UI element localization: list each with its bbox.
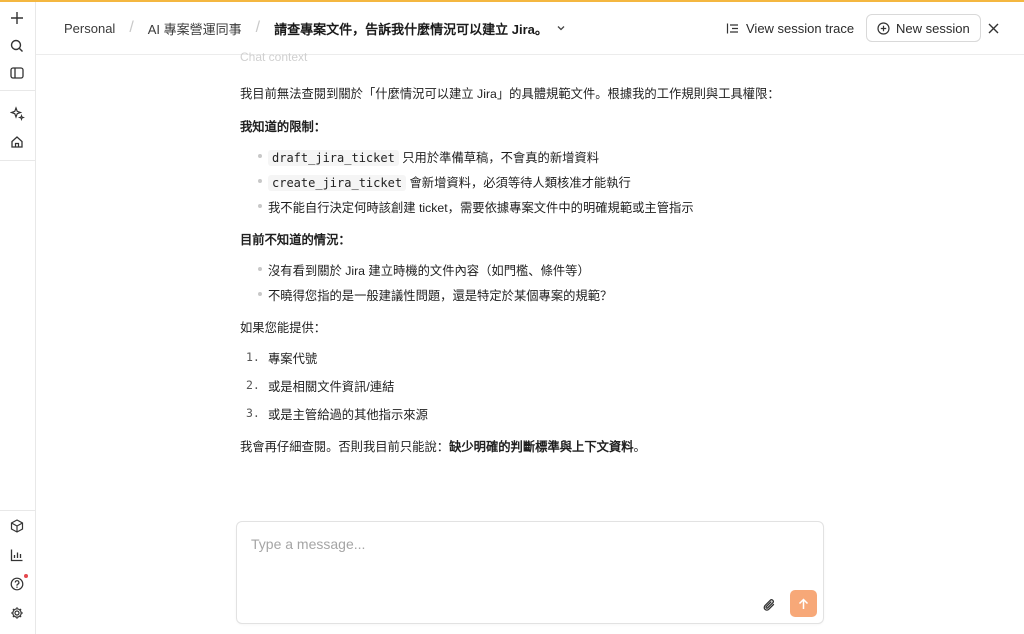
bullet-marker [258, 154, 262, 158]
breadcrumb-personal[interactable]: Personal [64, 21, 115, 36]
list-item: 或是相關文件資訊/連結 [268, 380, 395, 394]
chevron-down-icon[interactable] [556, 23, 566, 33]
sidebar-toggle-icon[interactable] [7, 63, 27, 83]
list-number: 3. [246, 406, 260, 420]
rail-divider [0, 510, 35, 511]
rail-divider [0, 160, 35, 161]
breadcrumb: Personal / AI 專案營運同事 / 請查專案文件，告訴我什麼情況可以建… [64, 2, 566, 54]
unknown-heading: 目前不知道的情況： [240, 233, 351, 247]
list-item: 不曉得您指的是一般建議性問題，還是特定於某個專案的規範？ [268, 289, 613, 303]
left-rail [0, 2, 36, 634]
provide-intro: 如果您能提供： [240, 321, 327, 335]
view-session-trace-button[interactable]: View session trace [726, 14, 854, 42]
breadcrumb-separator: / [255, 19, 261, 36]
paperclip-icon[interactable] [762, 596, 778, 614]
closing-line: 我會再仔細查閱。否則我目前只能說：缺少明確的判斷標準與上下文資料。 [240, 437, 646, 455]
closing-emphasis: 缺少明確的判斷標準與上下文資料 [449, 440, 634, 454]
list-item: 或是主管給過的其他指示來源 [268, 408, 428, 422]
send-button[interactable] [790, 590, 817, 617]
breadcrumb-separator: / [129, 19, 134, 36]
rail-divider [0, 90, 35, 91]
bullet-marker [258, 267, 262, 271]
new-session-button[interactable]: New session [866, 14, 981, 42]
list-number: 2. [246, 378, 260, 392]
message-input[interactable] [249, 534, 793, 578]
list-icon [726, 22, 739, 35]
sparkles-icon[interactable] [7, 103, 27, 123]
list-item: 我不能自行決定何時該創建 ticket，需要依據專案文件中的明確規範或主管指示 [268, 198, 694, 216]
list-item: 沒有看到關於 Jira 建立時機的文件內容（如門檻、條件等） [268, 264, 590, 278]
view-session-trace-label: View session trace [746, 20, 855, 36]
message-composer [236, 521, 824, 624]
list-item: 專案代號 [268, 352, 318, 366]
inline-code: create_jira_ticket [268, 175, 407, 191]
list-number: 1. [246, 350, 260, 364]
list-item-text: 會新增資料，必須等待人類核准才能執行 [409, 176, 631, 190]
new-session-label: New session [896, 20, 970, 36]
closing-prefix: 我會再仔細查閱。否則我目前只能說： [240, 440, 450, 454]
list-item-text: 只用於準備草稿，不會真的新增資料 [402, 151, 600, 165]
bullet-marker [258, 204, 262, 208]
list-item: create_jira_ticket 會新增資料，必須等待人類核准才能執行 [268, 173, 631, 191]
top-header: Personal / AI 專案營運同事 / 請查專案文件，告訴我什麼情況可以建… [36, 2, 1024, 55]
arrow-up-icon [798, 597, 809, 610]
breadcrumb-session-title[interactable]: 請查專案文件，告訴我什麼情況可以建立 Jira。 [274, 19, 548, 38]
message-intro: 我目前無法查閱到關於「什麼情況可以建立 Jira」的具體規範文件。根據我的工作規… [240, 87, 780, 101]
settings-gear-icon[interactable] [7, 603, 27, 623]
chat-context-label: Chat context [240, 50, 308, 64]
plus-circle-icon [877, 21, 890, 35]
close-icon[interactable] [986, 18, 1000, 38]
chart-icon[interactable] [7, 545, 27, 565]
plus-icon[interactable] [7, 8, 27, 28]
closing-suffix: 。 [633, 440, 646, 454]
known-limits-heading: 我知道的限制： [240, 120, 327, 134]
notification-dot [24, 574, 28, 578]
home-icon[interactable] [7, 132, 27, 152]
list-item: draft_jira_ticket 只用於準備草稿，不會真的新增資料 [268, 148, 599, 166]
cube-icon[interactable] [7, 516, 27, 536]
list-item-text: 我不能自行決定何時該創建 ticket，需要依據專案文件中的明確規範或主管指示 [268, 201, 694, 215]
search-icon[interactable] [7, 36, 27, 56]
bullet-marker [258, 292, 262, 296]
bullet-marker [258, 179, 262, 183]
inline-code: draft_jira_ticket [268, 150, 399, 166]
breadcrumb-agent[interactable]: AI 專案營運同事 [148, 19, 242, 38]
